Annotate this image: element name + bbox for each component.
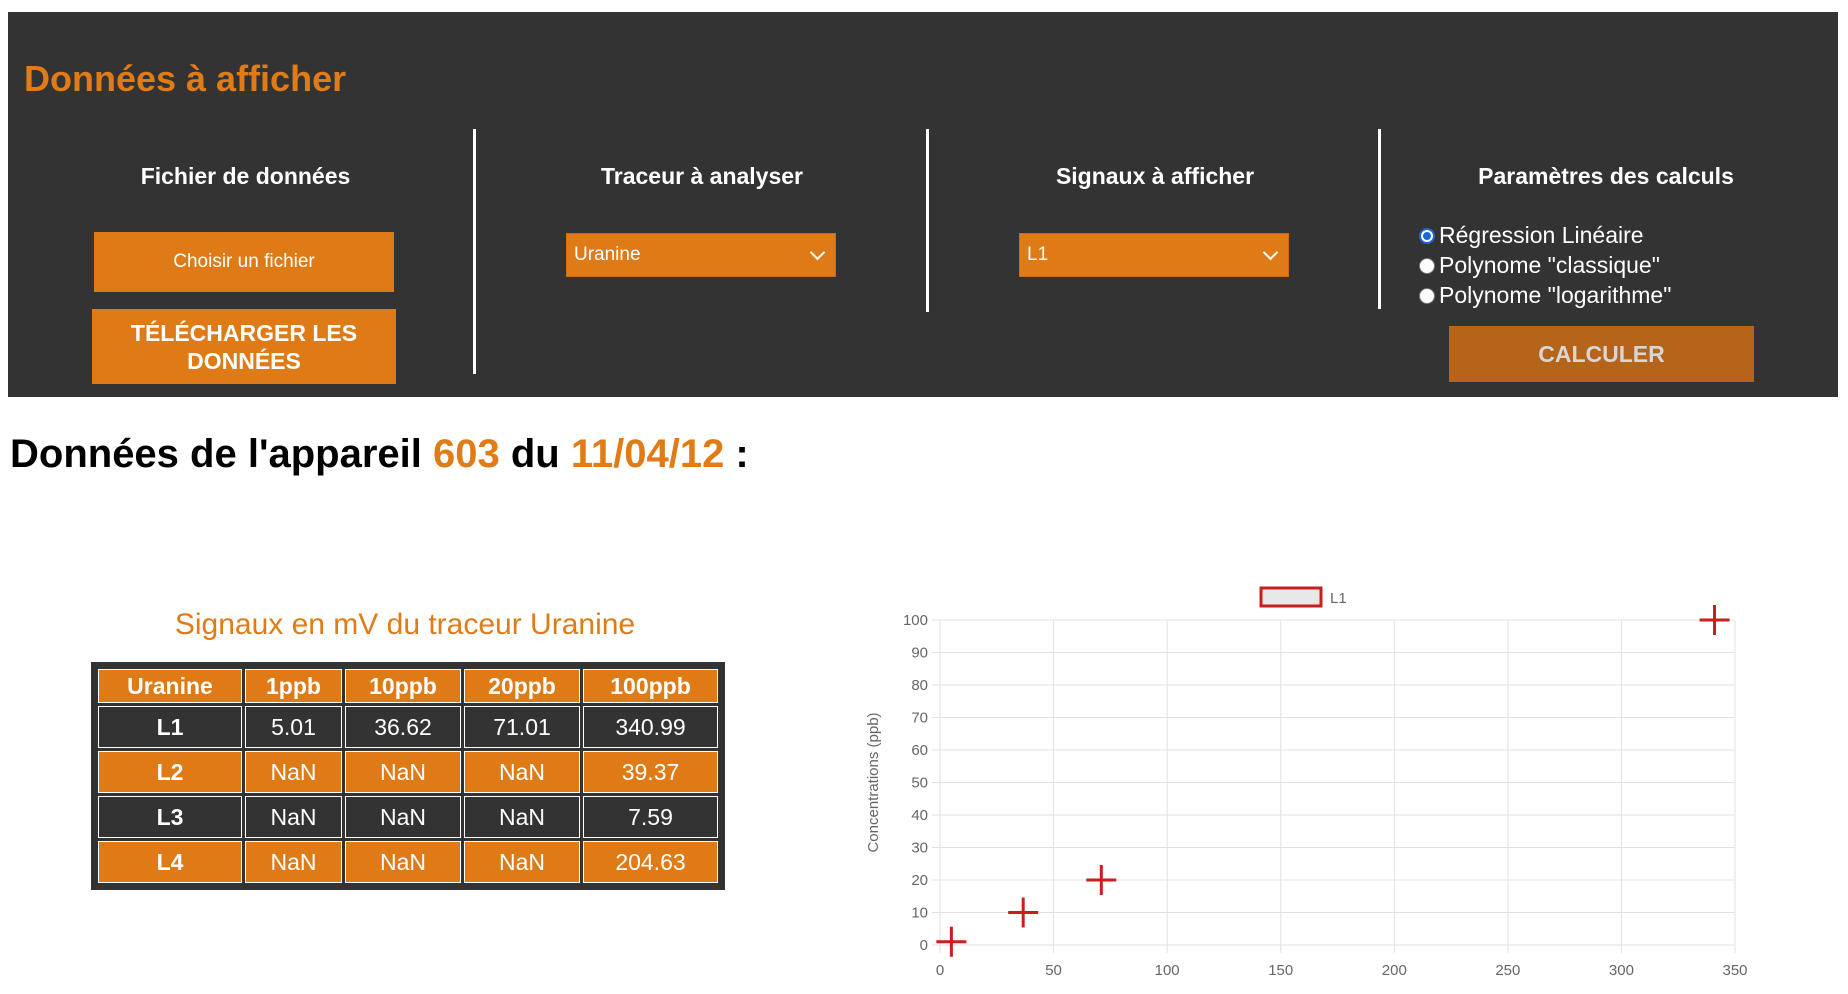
radio-log-polynomial[interactable]: Polynome "logarithme" xyxy=(1419,282,1671,309)
signal-select[interactable]: L1 xyxy=(1019,233,1289,277)
y-tick-label: 40 xyxy=(911,807,928,824)
table-cell: NaN xyxy=(245,841,342,883)
signal-select-value: L1 xyxy=(1027,244,1049,265)
x-tick-label: 50 xyxy=(1045,962,1062,979)
y-tick-label: 70 xyxy=(911,710,928,727)
column-header: 1ppb xyxy=(245,669,342,703)
signal-section-heading: Signaux à afficher xyxy=(1055,163,1255,189)
table-cell: NaN xyxy=(345,751,461,793)
x-tick-label: 200 xyxy=(1382,962,1407,979)
data-point xyxy=(1699,605,1730,635)
y-axis-label: Concentrations (ppb) xyxy=(865,712,882,852)
concentration-chart: 0 10 20 30 40 50 60 70 80 90 100 0 50 100 150 200 250 300… xyxy=(865,586,1748,979)
table-cell: NaN xyxy=(464,796,580,838)
table-cell: NaN xyxy=(464,751,580,793)
y-tick-label: 80 xyxy=(911,677,928,694)
row-label: L4 xyxy=(98,841,242,883)
table-cell: 340.99 xyxy=(583,706,718,748)
table-row: L3 NaN NaN NaN 7.59 xyxy=(98,796,718,838)
column-header: 10ppb xyxy=(345,669,461,703)
chevron-down-icon xyxy=(809,244,826,260)
file-section-heading: Fichier de données xyxy=(140,163,351,189)
y-tick-label: 50 xyxy=(911,775,928,792)
calculate-button[interactable]: CALCULER xyxy=(1449,326,1754,382)
params-section-heading: Paramètres des calculs xyxy=(1478,163,1734,189)
row-label: L2 xyxy=(98,751,242,793)
tracer-select-value: Uranine xyxy=(574,244,641,265)
x-tick-label: 300 xyxy=(1609,962,1634,979)
table-row: L4 NaN NaN NaN 204.63 xyxy=(98,841,718,883)
table-cell: 71.01 xyxy=(464,706,580,748)
tracer-section: Traceur à analyser Uranine xyxy=(477,129,927,389)
table-header-row: Uranine 1ppb 10ppb 20ppb 100ppb xyxy=(98,669,718,703)
divider xyxy=(473,129,476,374)
table-cell: 5.01 xyxy=(245,706,342,748)
radio-label: Régression Linéaire xyxy=(1439,222,1644,248)
chevron-down-icon xyxy=(1262,244,1279,260)
radio-button-checked[interactable] xyxy=(1419,227,1435,244)
y-tick-label: 30 xyxy=(911,840,928,857)
column-header: Uranine xyxy=(98,669,242,703)
device-number: 603 xyxy=(432,432,500,476)
row-label: L3 xyxy=(98,796,242,838)
heading-suffix: : xyxy=(724,432,749,476)
legend-label: L1 xyxy=(1330,590,1347,607)
heading-prefix: Données de l'appareil xyxy=(10,432,433,476)
file-section: Fichier de données Choisir un fichier TÉ… xyxy=(8,129,483,389)
x-tick-label: 100 xyxy=(1155,962,1180,979)
x-tick-label: 0 xyxy=(936,962,944,979)
data-point xyxy=(1008,897,1039,928)
radio-label: Polynome "logarithme" xyxy=(1439,282,1672,308)
data-panel: Données à afficher Fichier de données Ch… xyxy=(8,12,1838,397)
table-cell: 39.37 xyxy=(583,751,718,793)
data-point xyxy=(936,926,967,957)
tracer-section-heading: Traceur à analyser xyxy=(600,163,804,189)
y-tick-label: 0 xyxy=(920,937,928,954)
table-title: Signaux en mV du traceur Uranine xyxy=(174,608,636,641)
table-cell: 36.62 xyxy=(345,706,461,748)
table-cell: NaN xyxy=(345,796,461,838)
x-tick-label: 250 xyxy=(1495,962,1520,979)
divider xyxy=(926,129,929,312)
x-tick-label: 350 xyxy=(1722,962,1747,979)
y-tick-label: 60 xyxy=(911,742,928,759)
row-label: L1 xyxy=(98,706,242,748)
y-tick-label: 90 xyxy=(911,645,928,662)
table-cell: NaN xyxy=(464,841,580,883)
tracer-select[interactable]: Uranine xyxy=(566,233,836,277)
table-cell: 7.59 xyxy=(583,796,718,838)
table-cell: NaN xyxy=(245,751,342,793)
data-point xyxy=(1086,865,1117,895)
y-tick-label: 20 xyxy=(911,872,928,889)
legend-swatch xyxy=(1259,586,1323,608)
download-data-button[interactable]: TÉLÉCHARGER LES DONNÉES xyxy=(92,309,396,384)
device-date: 11/04/12 xyxy=(570,432,725,476)
panel-title: Données à afficher xyxy=(24,58,347,99)
column-header: 100ppb xyxy=(583,669,718,703)
x-tick-label: 150 xyxy=(1268,962,1293,979)
column-header: 20ppb xyxy=(464,669,580,703)
radio-button[interactable] xyxy=(1419,257,1435,274)
table-cell: NaN xyxy=(345,841,461,883)
signal-section: Signaux à afficher L1 xyxy=(930,129,1380,389)
y-tick-label: 100 xyxy=(903,612,928,629)
radio-classic-polynomial[interactable]: Polynome "classique" xyxy=(1419,252,1660,279)
choose-file-button[interactable]: Choisir un fichier xyxy=(94,232,394,292)
table-row: L1 5.01 36.62 71.01 340.99 xyxy=(98,706,718,748)
heading-middle: du xyxy=(499,432,571,476)
page-title: Données de l'appareil 603 du 11/04/12 : xyxy=(10,432,749,477)
y-tick-label: 10 xyxy=(911,905,928,922)
table-row: L2 NaN NaN NaN 39.37 xyxy=(98,751,718,793)
radio-label: Polynome "classique" xyxy=(1439,252,1660,278)
radio-button[interactable] xyxy=(1419,287,1435,304)
table-cell: 204.63 xyxy=(583,841,718,883)
table-cell: NaN xyxy=(245,796,342,838)
radio-linear-regression[interactable]: Régression Linéaire xyxy=(1419,222,1644,249)
signals-table: Uranine 1ppb 10ppb 20ppb 100ppb L1 5.01 … xyxy=(91,662,725,890)
